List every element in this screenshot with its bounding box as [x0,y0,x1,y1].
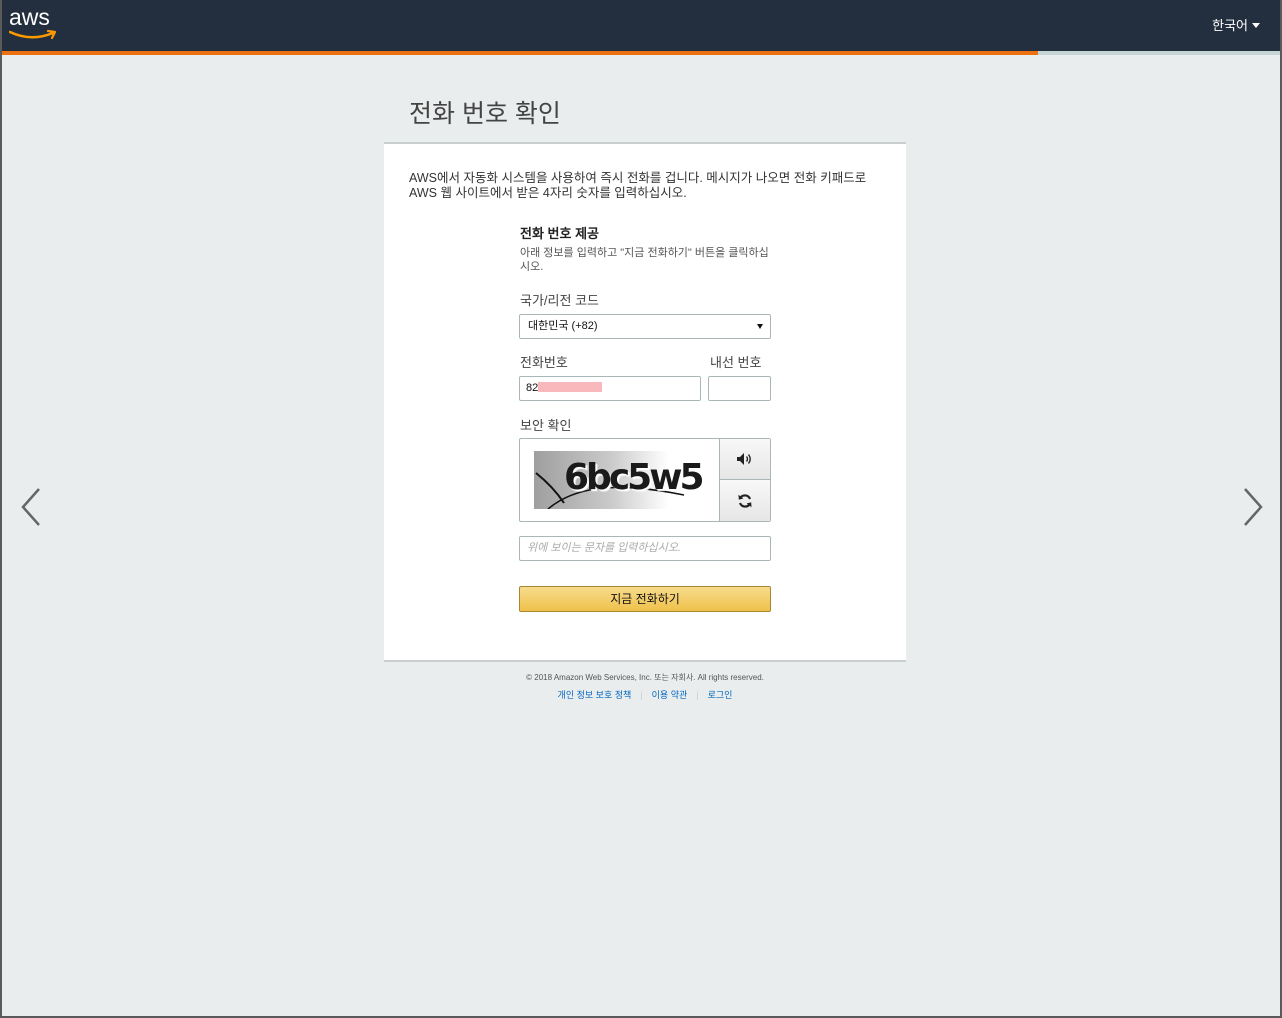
signup-progress-bar [0,51,1282,55]
country-label: 국가/리전 코드 [520,293,599,308]
section-title: 전화 번호 제공 [520,226,599,241]
language-label: 한국어 [1212,18,1248,33]
dropdown-arrow-icon [757,324,763,329]
captcha-text: 6bc5w5 [564,457,702,498]
phone-label: 전화번호 [520,355,568,370]
caret-down-icon [1252,23,1260,28]
captcha-audio-button[interactable] [719,439,770,480]
intro-text: AWS에서 자동화 시스템을 사용하여 즉시 전화를 겁니다. 메시지가 나오면… [409,171,867,200]
prev-arrow-button[interactable] [20,487,42,527]
chevron-left-icon [21,488,40,526]
progress-fill [0,51,1039,55]
footer-links: 개인 정보 보호 정책 | 이용 약관 | 로그인 [384,688,906,701]
logo-smile-icon [9,29,57,40]
logo-text: aws [9,4,50,30]
extension-input[interactable] [708,376,771,401]
country-select[interactable]: 대한민국 (+82) [519,314,771,339]
captcha-input-placeholder: 위에 보이는 문자를 입력하십시오. [527,542,681,554]
phone-verification-card: AWS에서 자동화 시스템을 사용하여 즉시 전화를 겁니다. 메시지가 나오면… [384,142,906,662]
top-navbar: aws 한국어 [0,0,1282,51]
page-title: 전화 번호 확인 [409,100,561,128]
aws-logo[interactable]: aws [9,4,63,44]
extension-label: 내선 번호 [710,355,762,370]
captcha-widget: 6bc5w5 [519,438,771,522]
captcha-image: 6bc5w5 [534,451,702,509]
privacy-policy-link[interactable]: 개인 정보 보호 정책 [549,690,641,700]
login-link[interactable]: 로그인 [699,690,742,700]
call-now-button[interactable]: 지금 전화하기 [519,586,771,612]
next-arrow-button[interactable] [1242,487,1264,527]
refresh-icon [738,493,752,508]
phone-input-value: 82 [526,382,539,394]
chevron-right-icon [1244,488,1263,526]
captcha-refresh-button[interactable] [719,480,770,521]
captcha-input[interactable]: 위에 보이는 문자를 입력하십시오. [519,536,771,561]
country-select-value: 대한민국 (+82) [528,320,598,332]
speaker-icon [737,453,751,465]
redacted-number [538,382,603,393]
security-label: 보안 확인 [520,418,572,433]
section-description: 아래 정보를 입력하고 "지금 전화하기" 버튼을 클릭하십시오. [520,247,769,273]
terms-link[interactable]: 이용 약관 [643,690,697,700]
phone-input[interactable]: 82 [519,376,701,401]
footer-copyright: © 2018 Amazon Web Services, Inc. 또는 자회사.… [526,673,764,682]
language-selector[interactable]: 한국어 [1212,15,1260,34]
